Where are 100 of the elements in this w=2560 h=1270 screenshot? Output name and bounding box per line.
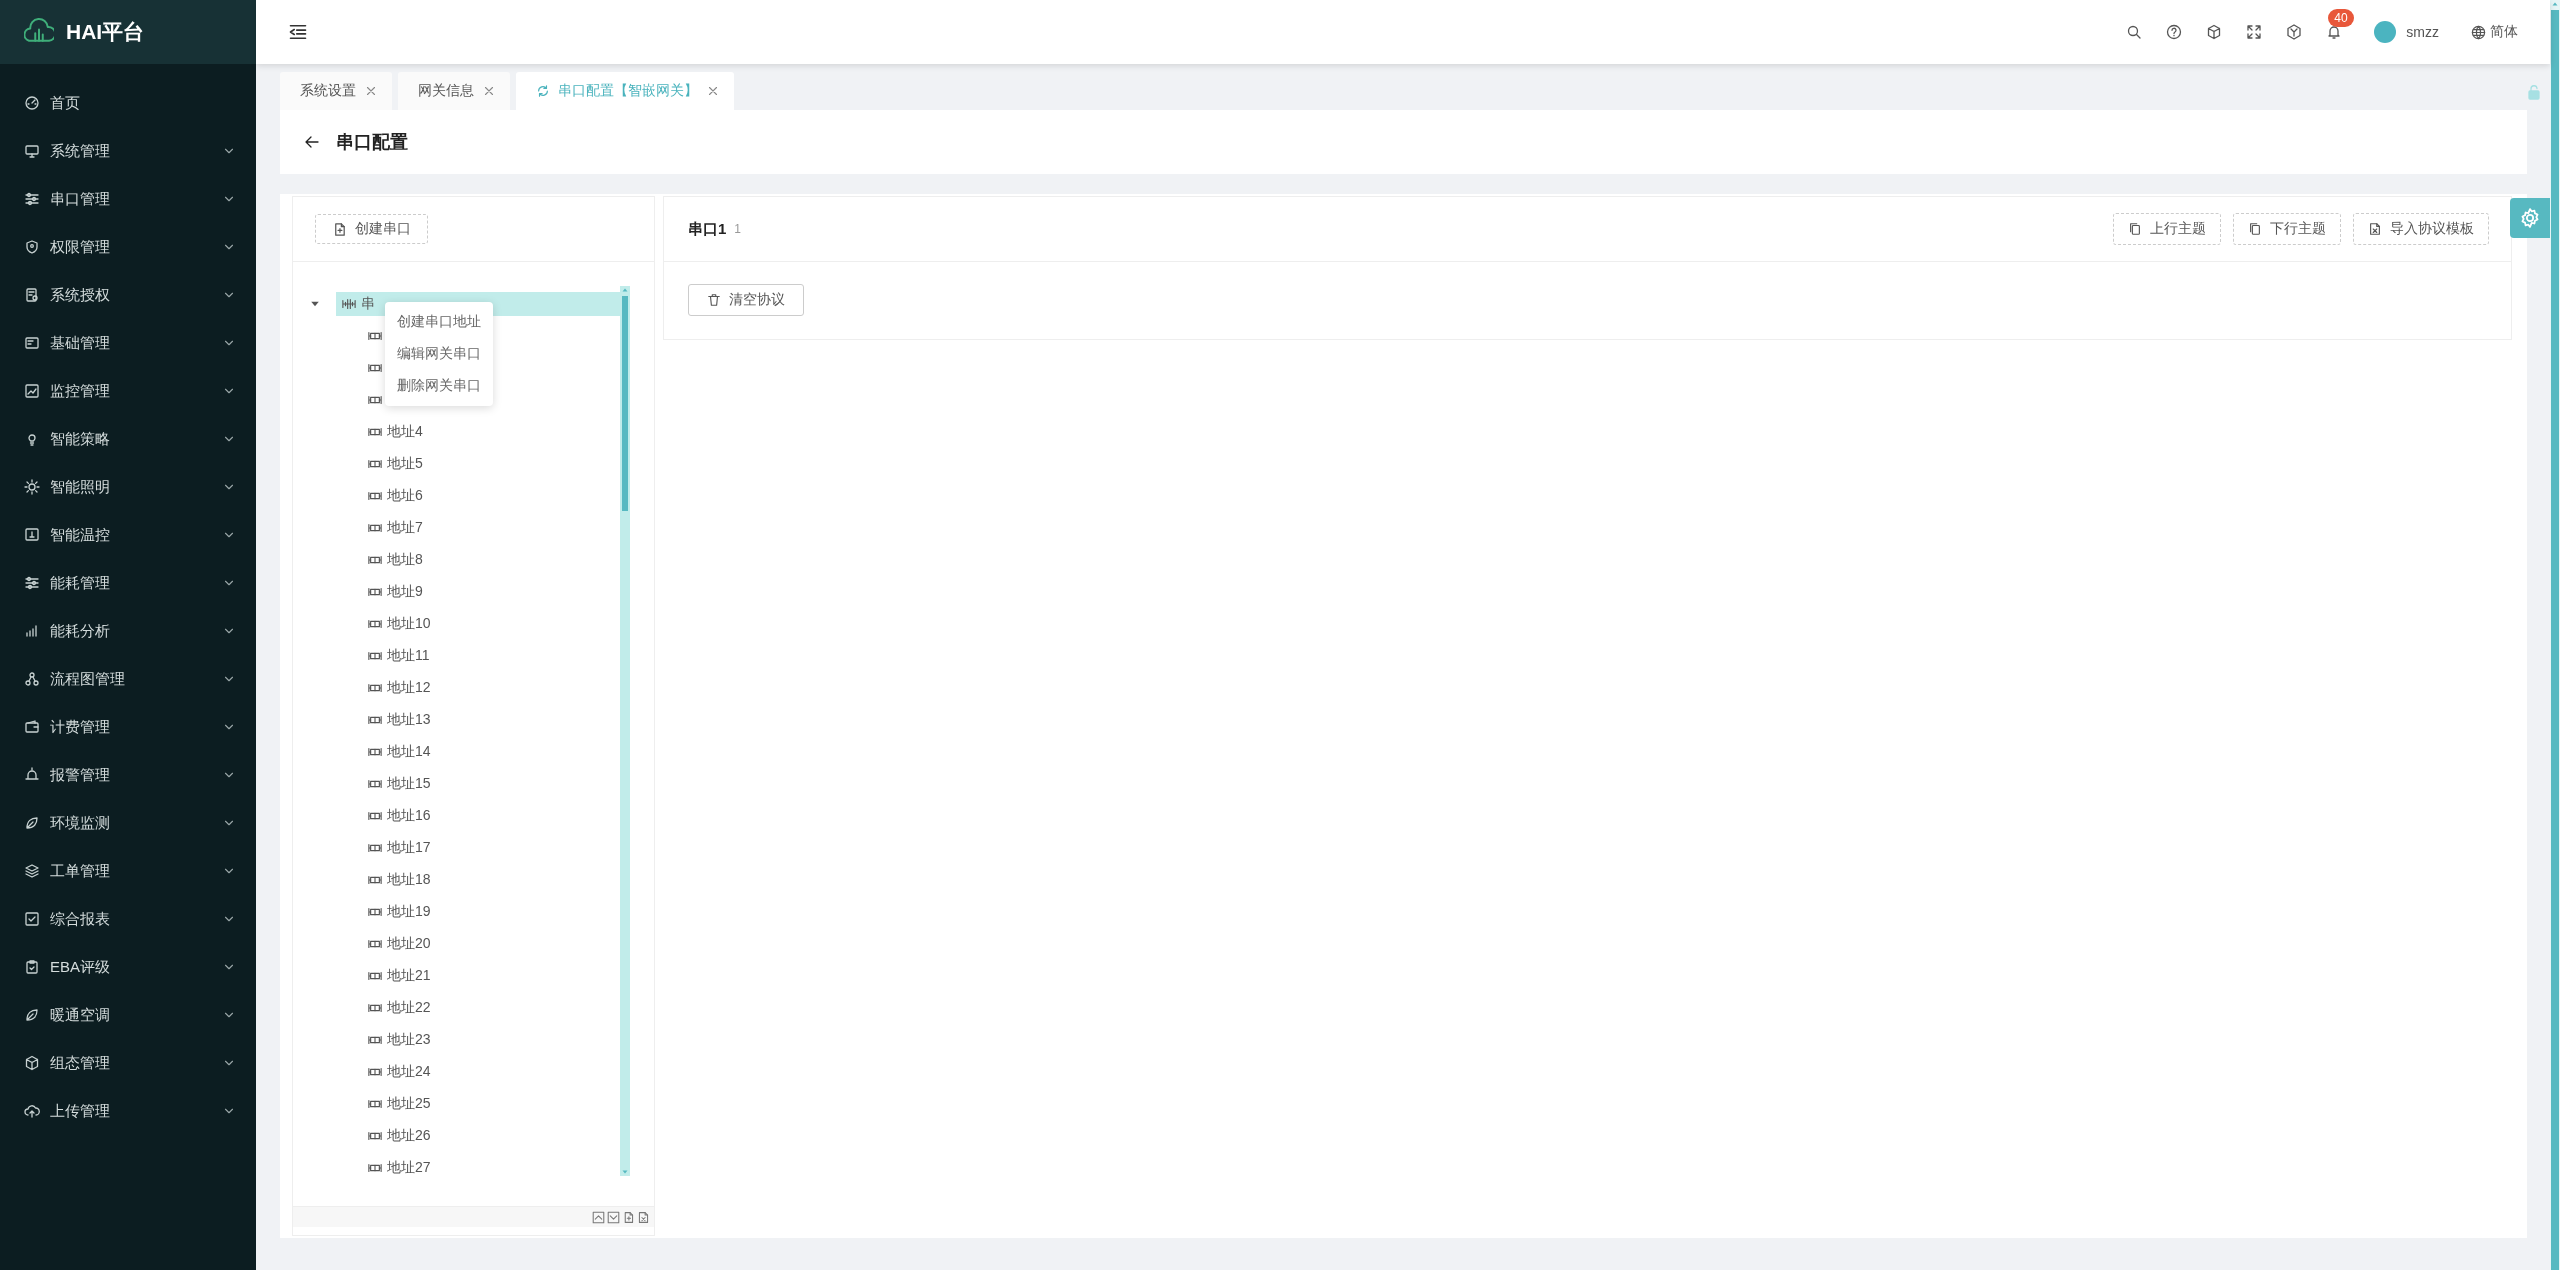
- connector-icon: [368, 841, 382, 855]
- shield-icon: [24, 239, 40, 255]
- context-menu-item[interactable]: 创建串口地址: [385, 306, 493, 338]
- scrollbar[interactable]: [620, 286, 630, 1176]
- refresh-icon[interactable]: [536, 84, 550, 98]
- connector-icon: [368, 425, 382, 439]
- close-icon[interactable]: [706, 84, 720, 98]
- document-x-icon: [2368, 222, 2382, 236]
- copy-icon: [2248, 222, 2262, 236]
- move-down-icon[interactable]: [607, 1210, 620, 1224]
- sidebar-item[interactable]: 环境监测: [0, 799, 256, 847]
- connector-icon: [368, 617, 382, 631]
- sun-icon: [24, 479, 40, 495]
- sidebar-item[interactable]: 综合报表: [0, 895, 256, 943]
- globe-icon: [2471, 24, 2486, 40]
- sidebar-item[interactable]: 能耗分析: [0, 607, 256, 655]
- toolbar-button[interactable]: 导入协议模板: [2353, 213, 2489, 245]
- cube-icon[interactable]: [2206, 24, 2223, 40]
- tab[interactable]: 系统设置: [280, 72, 392, 110]
- sidebar-item[interactable]: 上传管理: [0, 1087, 256, 1135]
- wallet-icon: [24, 719, 40, 735]
- hexagon-icon[interactable]: [2286, 24, 2303, 40]
- toolbar-button[interactable]: 上行主题: [2113, 213, 2221, 245]
- page-scrollbar[interactable]: [2550, 0, 2560, 1270]
- checkbox-icon: [24, 911, 40, 927]
- user-name[interactable]: smzz: [2406, 24, 2439, 40]
- cube-icon: [24, 1055, 40, 1071]
- close-icon[interactable]: [364, 84, 378, 98]
- tree-node-label: 地址4: [387, 423, 423, 441]
- trash-icon: [707, 293, 721, 307]
- tree-node-label: 地址17: [387, 839, 431, 857]
- back-arrow-icon[interactable]: [304, 134, 320, 150]
- connector-icon: [368, 1097, 382, 1111]
- language-menu[interactable]: 简体: [2471, 23, 2518, 41]
- sidebar-item[interactable]: 工单管理: [0, 847, 256, 895]
- tree-node-label: 地址13: [387, 711, 431, 729]
- sidebar-item[interactable]: 监控管理: [0, 367, 256, 415]
- tree-node-label: 地址15: [387, 775, 431, 793]
- sidebar-item[interactable]: 串口管理: [0, 175, 256, 223]
- tree-node-label: 地址26: [387, 1127, 431, 1145]
- move-up-icon[interactable]: [592, 1210, 605, 1224]
- connector-icon: [368, 777, 382, 791]
- connector-icon: [368, 905, 382, 919]
- close-icon[interactable]: [482, 84, 496, 98]
- sidebar-item[interactable]: 组态管理: [0, 1039, 256, 1087]
- notification-badge: 40: [2328, 9, 2354, 27]
- menu-icon[interactable]: [288, 22, 308, 42]
- avatar[interactable]: [2374, 21, 2397, 43]
- connector-icon: [368, 489, 382, 503]
- scroll-up-icon: [2551, 0, 2559, 8]
- tree-node-label: 地址23: [387, 1031, 431, 1049]
- scroll-down-icon: [621, 1168, 629, 1176]
- search-icon[interactable]: [2126, 24, 2143, 40]
- signal-bars-icon: [342, 297, 356, 311]
- connector-icon: [368, 1001, 382, 1015]
- sidebar-item[interactable]: 首页: [0, 79, 256, 127]
- settings-button[interactable]: [2510, 198, 2550, 238]
- tab[interactable]: 网关信息: [398, 72, 510, 110]
- context-menu-item[interactable]: 编辑网关串口: [385, 338, 493, 370]
- chart-icon: [24, 383, 40, 399]
- nodes-icon: [24, 671, 40, 687]
- copy-icon: [2128, 222, 2142, 236]
- card-icon: [24, 335, 40, 351]
- document-add-icon[interactable]: [622, 1210, 635, 1224]
- sliders-icon: [24, 191, 40, 207]
- gauge-icon: [24, 95, 40, 111]
- sidebar-item[interactable]: 流程图管理: [0, 655, 256, 703]
- toolbar-button[interactable]: 下行主题: [2233, 213, 2341, 245]
- tree-node-label: 地址21: [387, 967, 431, 985]
- sidebar-item[interactable]: 智能温控: [0, 511, 256, 559]
- sidebar-item[interactable]: 系统管理: [0, 127, 256, 175]
- sidebar-item[interactable]: 权限管理: [0, 223, 256, 271]
- sidebar-item[interactable]: 暖通空调: [0, 991, 256, 1039]
- connector-icon: [368, 873, 382, 887]
- connector-icon: [368, 1129, 382, 1143]
- sidebar-item[interactable]: 智能照明: [0, 463, 256, 511]
- connector-icon: [368, 1065, 382, 1079]
- sidebar-item[interactable]: 基础管理: [0, 319, 256, 367]
- sidebar-item[interactable]: 系统授权: [0, 271, 256, 319]
- document-x-icon[interactable]: [637, 1210, 650, 1224]
- tree-node-label: 地址9: [387, 583, 423, 601]
- app-title: HAI平台: [66, 19, 145, 45]
- connector-icon: [368, 969, 382, 983]
- alarm-icon: [24, 767, 40, 783]
- sidebar-item[interactable]: 能耗管理: [0, 559, 256, 607]
- clear-protocol-button[interactable]: 清空协议: [688, 284, 804, 316]
- expand-icon[interactable]: [2246, 24, 2263, 40]
- context-menu-item[interactable]: 删除网关串口: [385, 370, 493, 402]
- monitor-icon: [24, 143, 40, 159]
- tree-node-label: 地址16: [387, 807, 431, 825]
- sidebar-item[interactable]: 智能策略: [0, 415, 256, 463]
- sidebar-item[interactable]: 报警管理: [0, 751, 256, 799]
- connector-icon: [368, 681, 382, 695]
- tree-node-label: 地址20: [387, 935, 431, 953]
- sidebar-item[interactable]: EBA评级: [0, 943, 256, 991]
- create-port-button[interactable]: 创建串口: [315, 214, 428, 244]
- help-icon[interactable]: [2166, 24, 2183, 40]
- connector-icon: [368, 745, 382, 759]
- page-title: 串口配置: [336, 131, 408, 154]
- sidebar-item[interactable]: 计费管理: [0, 703, 256, 751]
